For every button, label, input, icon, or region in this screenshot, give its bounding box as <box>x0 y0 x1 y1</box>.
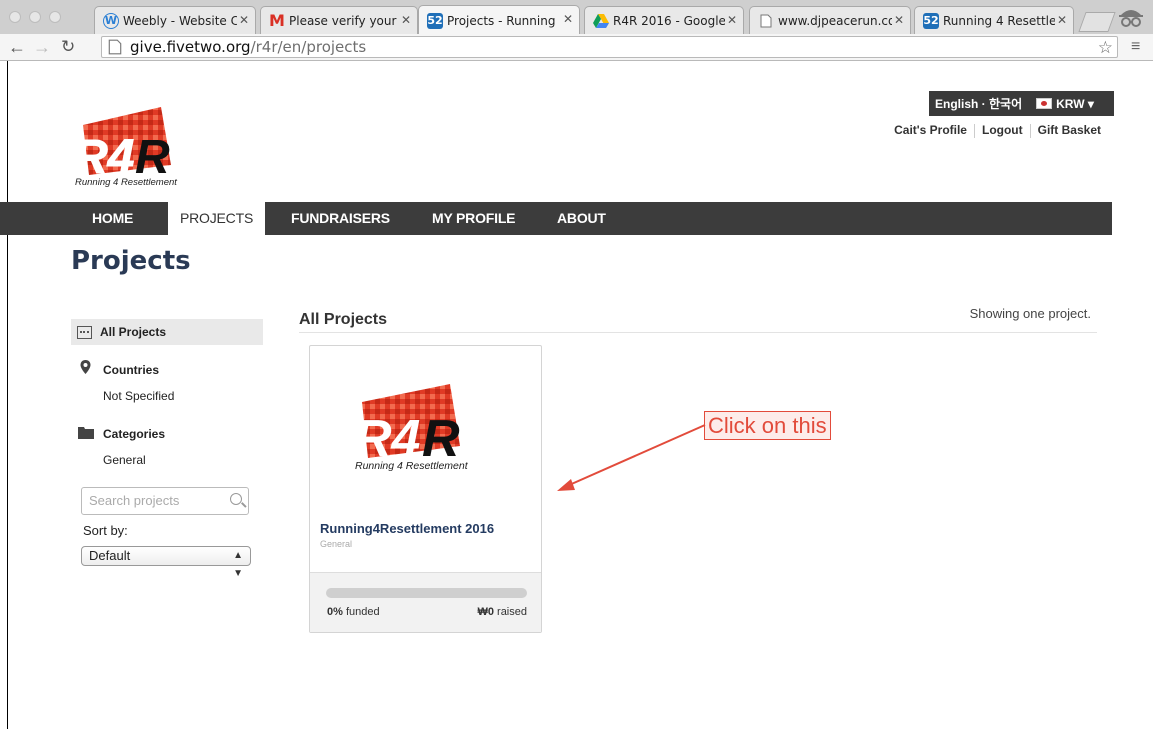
logout-link[interactable]: Logout <box>982 123 1023 137</box>
back-arrow-icon[interactable]: ← <box>8 37 26 58</box>
window-close-button[interactable] <box>9 11 21 23</box>
address-bar[interactable]: give.fivetwo.org/r4r/en/projects ☆ <box>101 36 1118 58</box>
google-drive-icon <box>593 13 609 29</box>
window-zoom-button[interactable] <box>49 11 61 23</box>
page-icon <box>758 13 774 29</box>
currency-selector[interactable]: KRW ▾ <box>1056 97 1094 111</box>
browser-toolbar: ← → ↻ give.fivetwo.org/r4r/en/projects ☆… <box>0 34 1153 61</box>
nav-about[interactable]: ABOUT <box>557 202 606 235</box>
sidebar-countries-heading: Countries <box>103 363 160 377</box>
divider <box>299 332 1097 333</box>
nav-my-profile[interactable]: MY PROFILE <box>432 202 516 235</box>
tab-label: www.djpeacerun.co <box>778 13 892 28</box>
search-projects-input[interactable]: Search projects <box>81 487 249 515</box>
url-path: /r4r/en/projects <box>250 38 367 56</box>
nav-projects[interactable]: PROJECTS <box>168 202 266 235</box>
raised-label: raised <box>497 606 527 618</box>
results-count: Showing one project. <box>969 306 1091 321</box>
project-category: General <box>320 539 353 549</box>
tab-label: Projects - Running <box>447 13 556 28</box>
project-title-link[interactable]: Running4Resettlement 2016 <box>320 521 494 536</box>
funded-percent: 0% <box>327 606 343 618</box>
browser-tab-gmail[interactable]: M Please verify your e ✕ <box>260 6 418 34</box>
gmail-icon: M <box>269 11 285 30</box>
folder-icon <box>78 427 94 439</box>
funded-stat: 0% funded <box>327 606 380 618</box>
raised-amount: ₩0 <box>477 606 494 618</box>
main-nav: HOME PROJECTS FUNDRAISERS MY PROFILE ABO… <box>0 202 1112 235</box>
close-icon[interactable]: ✕ <box>563 12 573 26</box>
sidebar-all-projects[interactable]: All Projects <box>71 319 263 345</box>
gift-basket-link[interactable]: Gift Basket <box>1038 123 1101 137</box>
tab-label: Running 4 Resettle <box>943 13 1055 28</box>
search-placeholder: Search projects <box>89 493 180 508</box>
search-icon[interactable] <box>230 493 242 505</box>
nav-home[interactable]: HOME <box>92 202 133 235</box>
fivetwo-icon: 52 <box>923 12 939 29</box>
page-icon <box>108 39 122 55</box>
funding-progress-bar <box>326 588 527 598</box>
select-arrows-icon: ▲ ▼ <box>233 550 243 579</box>
sort-select[interactable]: Default ▲ ▼ <box>81 546 251 579</box>
fivetwo-icon: 52 <box>427 12 443 29</box>
close-icon[interactable]: ✕ <box>401 13 411 27</box>
raised-stat: ₩0 raised <box>477 606 527 618</box>
language-switcher[interactable]: English · 한국어 <box>935 95 1022 112</box>
funded-label: funded <box>345 606 380 618</box>
browser-tab-projects[interactable]: 52 Projects - Running ✕ <box>418 5 580 35</box>
close-icon[interactable]: ✕ <box>727 13 737 27</box>
incognito-icon <box>1119 10 1143 27</box>
close-icon[interactable]: ✕ <box>1057 13 1067 27</box>
sidebar-categories-heading: Categories <box>103 427 166 441</box>
annotation-arrow <box>557 424 706 491</box>
project-card[interactable]: R4 R Running 4 Resettlement Running4Rese… <box>309 345 542 633</box>
page-title: Projects <box>71 246 191 276</box>
new-tab-button[interactable] <box>1078 12 1116 32</box>
divider <box>973 123 975 138</box>
logo-tagline: Running 4 Resettlement <box>355 460 469 472</box>
user-links: Cait's Profile Logout Gift Basket <box>894 123 1101 138</box>
tab-label: R4R 2016 - Google <box>613 13 725 28</box>
sidebar-category-item[interactable]: General <box>103 453 146 467</box>
browser-tab-running4resettlement[interactable]: 52 Running 4 Resettle ✕ <box>914 6 1074 34</box>
forward-arrow-icon[interactable]: → <box>33 37 51 58</box>
sort-by-label: Sort by: <box>83 523 128 538</box>
nav-fundraisers[interactable]: FUNDRAISERS <box>291 202 390 235</box>
browser-tab-djpeacerun[interactable]: www.djpeacerun.co ✕ <box>749 6 911 34</box>
logo-tagline: Running 4 Resettlement <box>75 177 177 187</box>
locale-bar: English · 한국어 KRW ▾ <box>929 91 1114 116</box>
page-border <box>0 61 8 729</box>
profile-link[interactable]: Cait's Profile <box>894 123 967 137</box>
url-domain: give.fivetwo.org <box>130 38 251 56</box>
browser-tab-weebly[interactable]: W Weebly - Website C ✕ <box>94 6 256 34</box>
sidebar-all-projects-label: All Projects <box>100 325 167 339</box>
close-icon[interactable]: ✕ <box>894 13 904 27</box>
section-title: All Projects <box>299 311 388 328</box>
tab-label: Please verify your e <box>289 13 399 28</box>
reload-icon[interactable]: ↻ <box>61 37 75 57</box>
close-icon[interactable]: ✕ <box>239 13 249 27</box>
annotation-callout: Click on this <box>704 411 831 440</box>
web-page: R4 R Running 4 Resettlement English · 한국… <box>0 61 1153 729</box>
sort-select-value: Default <box>89 548 131 563</box>
divider <box>1029 123 1031 138</box>
browser-tab-google-drive[interactable]: R4R 2016 - Google ✕ <box>584 6 744 34</box>
weebly-icon: W <box>103 12 119 29</box>
browser-menu-icon[interactable]: ≡ <box>1131 38 1140 56</box>
site-logo[interactable]: R4 R Running 4 Resettlement <box>73 105 213 187</box>
window-minimize-button[interactable] <box>29 11 41 23</box>
map-pin-icon <box>80 360 91 374</box>
project-logo[interactable]: R4 R Running 4 Resettlement <box>350 384 500 474</box>
tab-strip: W Weebly - Website C ✕ M Please verify y… <box>0 0 1153 35</box>
grid-icon <box>77 325 92 339</box>
sidebar-country-item[interactable]: Not Specified <box>103 389 174 403</box>
project-card-footer: 0% funded ₩0 raised <box>310 572 541 632</box>
bookmark-star-icon[interactable]: ☆ <box>1098 38 1113 58</box>
korea-flag-icon <box>1036 98 1053 109</box>
tab-label: Weebly - Website C <box>123 13 237 28</box>
